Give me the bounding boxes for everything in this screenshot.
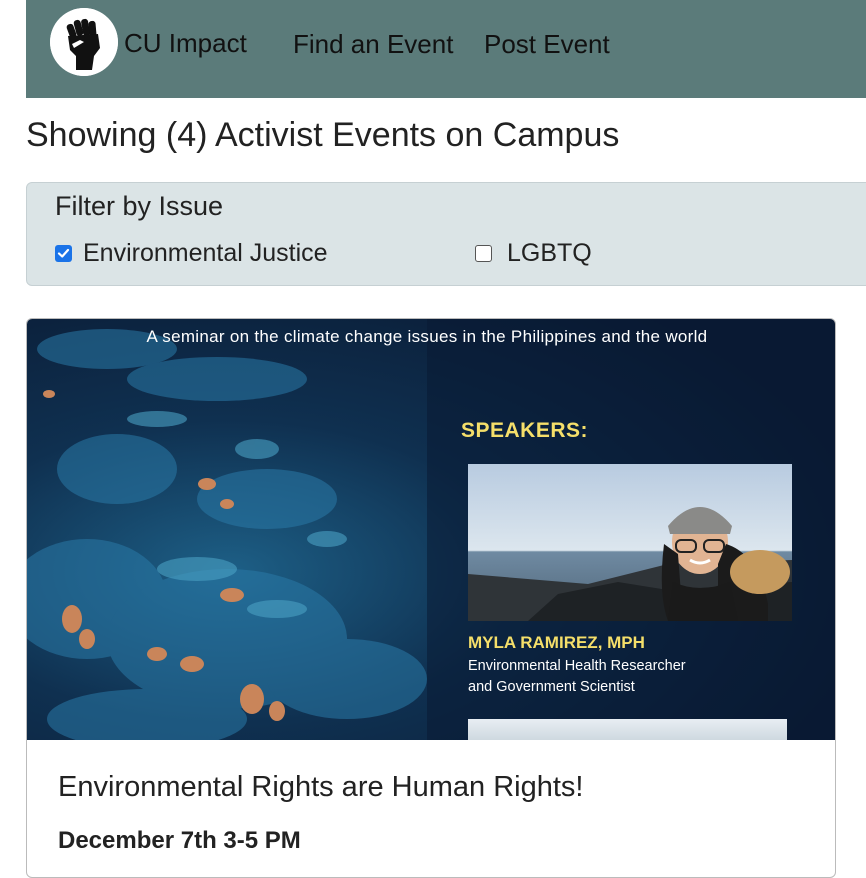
speaker-role: Environmental Health Researcher and Gove… [468,656,788,698]
brand-name[interactable]: CU Impact [124,28,247,59]
speakers-label: SPEAKERS: [461,419,589,442]
second-speaker-photo [468,719,787,740]
page-title: Showing (4) Activist Events on Campus [26,116,620,154]
event-card[interactable]: A seminar on the climate change issues i… [26,318,836,878]
navbar: CU Impact Find an Event Post Event [26,0,866,98]
environmental-justice-checkbox[interactable] [55,245,72,262]
event-title[interactable]: Environmental Rights are Human Rights! [58,771,583,804]
speaker-photo [468,464,792,621]
nav-find-event[interactable]: Find an Event [293,29,453,60]
speaker-name: MYLA RAMIREZ, MPH [468,633,645,652]
speaker-role-line: Environmental Health Researcher [468,658,686,674]
checkmark-icon [57,248,70,258]
nav-post-event[interactable]: Post Event [484,29,610,60]
raised-fist-icon[interactable] [50,8,118,76]
poster-caption: A seminar on the climate change issues i… [146,327,708,346]
lgbtq-label[interactable]: LGBTQ [507,239,592,268]
event-poster-image: A seminar on the climate change issues i… [27,319,835,740]
filter-panel: Filter by Issue Environmental Justice LG… [26,182,866,286]
speaker-role-line: and Government Scientist [468,679,635,695]
environmental-justice-label[interactable]: Environmental Justice [83,239,328,268]
filter-title: Filter by Issue [55,191,224,221]
lgbtq-checkbox[interactable] [475,245,492,262]
event-date: December 7th 3-5 PM [58,827,301,854]
